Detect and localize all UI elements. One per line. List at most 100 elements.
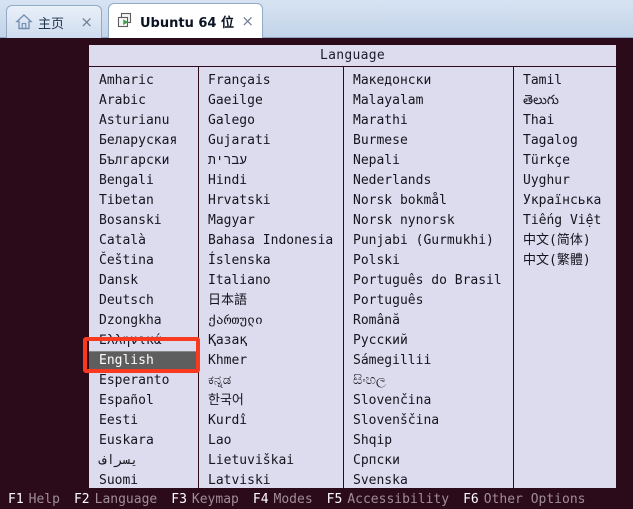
- language-item[interactable]: Uyghur: [514, 171, 616, 191]
- function-key-bar: F1 Help F2 Language F3 Keymap F4 Modes F5 Accessi…: [0, 489, 633, 509]
- function-key-label: F3: [171, 491, 187, 507]
- tab-home[interactable]: 主页 ×: [6, 5, 102, 38]
- function-key-label: F6: [463, 491, 479, 507]
- language-item[interactable]: Bengali: [89, 171, 198, 191]
- tab-home-label: 主页: [38, 16, 65, 32]
- language-item[interactable]: Eesti: [89, 411, 198, 431]
- language-item[interactable]: Shqip: [344, 431, 513, 451]
- language-item[interactable]: Lietuviškai: [199, 451, 343, 471]
- language-list[interactable]: Amharic Arabic Asturianu Беларуская Българск…: [89, 67, 616, 488]
- language-item[interactable]: Català: [89, 231, 198, 251]
- language-item[interactable]: Português do Brasil: [344, 271, 513, 291]
- language-item[interactable]: Esperanto: [89, 371, 198, 391]
- language-item[interactable]: Svenska: [344, 471, 513, 488]
- language-item[interactable]: Kurdî: [199, 411, 343, 431]
- language-item[interactable]: Marathi: [344, 111, 513, 131]
- function-key-f2[interactable]: F2 Language: [74, 492, 157, 507]
- language-column-2: Македонски Malayalam Marathi Burmese Nepali N…: [343, 67, 513, 488]
- language-item[interactable]: Español: [89, 391, 198, 411]
- language-item[interactable]: Khmer: [199, 351, 343, 371]
- language-item[interactable]: Norsk bokmål: [344, 191, 513, 211]
- language-item[interactable]: Latviski: [199, 471, 343, 488]
- language-item[interactable]: Polski: [344, 251, 513, 271]
- function-key-text: Other Options: [483, 491, 586, 507]
- language-item[interactable]: Lao: [199, 431, 343, 451]
- language-item[interactable]: Українська: [514, 191, 616, 211]
- language-item[interactable]: 中文(简体): [514, 231, 616, 251]
- function-key-text: Keymap: [191, 491, 239, 507]
- language-item[interactable]: Slovenčina: [344, 391, 513, 411]
- language-item[interactable]: Nederlands: [344, 171, 513, 191]
- language-item[interactable]: Magyar: [199, 211, 343, 231]
- language-item[interactable]: Gujarati: [199, 131, 343, 151]
- language-item[interactable]: Hrvatski: [199, 191, 343, 211]
- function-key-f5[interactable]: F5 Accessibility: [327, 492, 449, 507]
- language-item[interactable]: Română: [344, 311, 513, 331]
- language-item[interactable]: Suomi: [89, 471, 198, 488]
- language-item[interactable]: Íslenska: [199, 251, 343, 271]
- language-item[interactable]: Galego: [199, 111, 343, 131]
- language-item[interactable]: Tibetan: [89, 191, 198, 211]
- language-item[interactable]: Čeština: [89, 251, 198, 271]
- function-key-text: Accessibility: [347, 491, 450, 507]
- language-item[interactable]: Deutsch: [89, 291, 198, 311]
- language-item[interactable]: Burmese: [344, 131, 513, 151]
- function-key-f1[interactable]: F1 Help: [8, 492, 60, 507]
- language-item[interactable]: Arabic: [89, 91, 198, 111]
- language-item[interactable]: Punjabi (Gurmukhi): [344, 231, 513, 251]
- language-item[interactable]: ಕನ್ನಡ: [199, 371, 343, 391]
- language-item[interactable]: Български: [89, 151, 198, 171]
- language-item[interactable]: Português: [344, 291, 513, 311]
- language-item[interactable]: یسراف: [89, 451, 198, 471]
- language-item[interactable]: Dzongkha: [89, 311, 198, 331]
- language-item[interactable]: Ελληνικά: [89, 331, 198, 351]
- language-item[interactable]: తెలుగు: [514, 91, 616, 111]
- tab-ubuntu-64-label: Ubuntu 64 位: [140, 15, 234, 31]
- language-item[interactable]: Français: [199, 71, 343, 91]
- close-icon[interactable]: ×: [74, 14, 93, 30]
- language-item[interactable]: ქართული: [199, 311, 343, 331]
- function-key-label: F2: [73, 491, 90, 507]
- language-item[interactable]: Македонски: [344, 71, 513, 91]
- language-item[interactable]: සිංහල: [344, 371, 513, 391]
- language-item[interactable]: Sámegillii: [344, 351, 513, 371]
- language-item[interactable]: Nepali: [344, 151, 513, 171]
- close-icon[interactable]: ×: [235, 13, 254, 29]
- language-item-selected[interactable]: English: [89, 351, 196, 371]
- language-item[interactable]: Русский: [344, 331, 513, 351]
- language-item[interactable]: Dansk: [89, 271, 198, 291]
- language-item[interactable]: Euskara: [89, 431, 198, 451]
- language-item[interactable]: Tagalog: [514, 131, 616, 151]
- language-item[interactable]: 한국어: [199, 391, 343, 411]
- language-item[interactable]: Gaeilge: [199, 91, 343, 111]
- language-item[interactable]: Thai: [514, 111, 616, 131]
- language-column-0: Amharic Arabic Asturianu Беларуская Българск…: [89, 67, 198, 488]
- language-item[interactable]: Беларуская: [89, 131, 198, 151]
- screen: 主页 × Ubuntu 64 位 × Language Amharic Arabi…: [0, 0, 633, 509]
- function-key-f3[interactable]: F3 Keymap: [171, 492, 239, 507]
- language-item[interactable]: Tiếng Việt: [514, 211, 616, 231]
- function-key-text: Help: [28, 491, 60, 507]
- tab-ubuntu-64[interactable]: Ubuntu 64 位 ×: [108, 3, 263, 38]
- language-item[interactable]: Bosanski: [89, 211, 198, 231]
- language-item[interactable]: Italiano: [199, 271, 343, 291]
- language-item[interactable]: 日本語: [199, 291, 343, 311]
- language-item[interactable]: Српски: [344, 451, 513, 471]
- language-item[interactable]: Asturianu: [89, 111, 198, 131]
- function-key-f6[interactable]: F6 Other Options: [463, 492, 585, 507]
- function-key-text: Language: [94, 491, 158, 507]
- language-item[interactable]: Bahasa Indonesia: [199, 231, 343, 251]
- language-item[interactable]: Norsk nynorsk: [344, 211, 513, 231]
- browser-tab-strip: 主页 × Ubuntu 64 位 ×: [0, 0, 633, 38]
- function-key-label: F1: [8, 491, 24, 507]
- language-item[interactable]: Қазақ: [199, 331, 343, 351]
- language-item[interactable]: עברית: [199, 151, 343, 171]
- language-item[interactable]: Tamil: [514, 71, 616, 91]
- function-key-f4[interactable]: F4 Modes: [253, 492, 313, 507]
- language-item[interactable]: Hindi: [199, 171, 343, 191]
- language-item[interactable]: Amharic: [89, 71, 198, 91]
- language-item[interactable]: Malayalam: [344, 91, 513, 111]
- language-item[interactable]: Slovenščina: [344, 411, 513, 431]
- language-item[interactable]: 中文(繁體): [514, 251, 616, 271]
- language-item[interactable]: Türkçe: [514, 151, 616, 171]
